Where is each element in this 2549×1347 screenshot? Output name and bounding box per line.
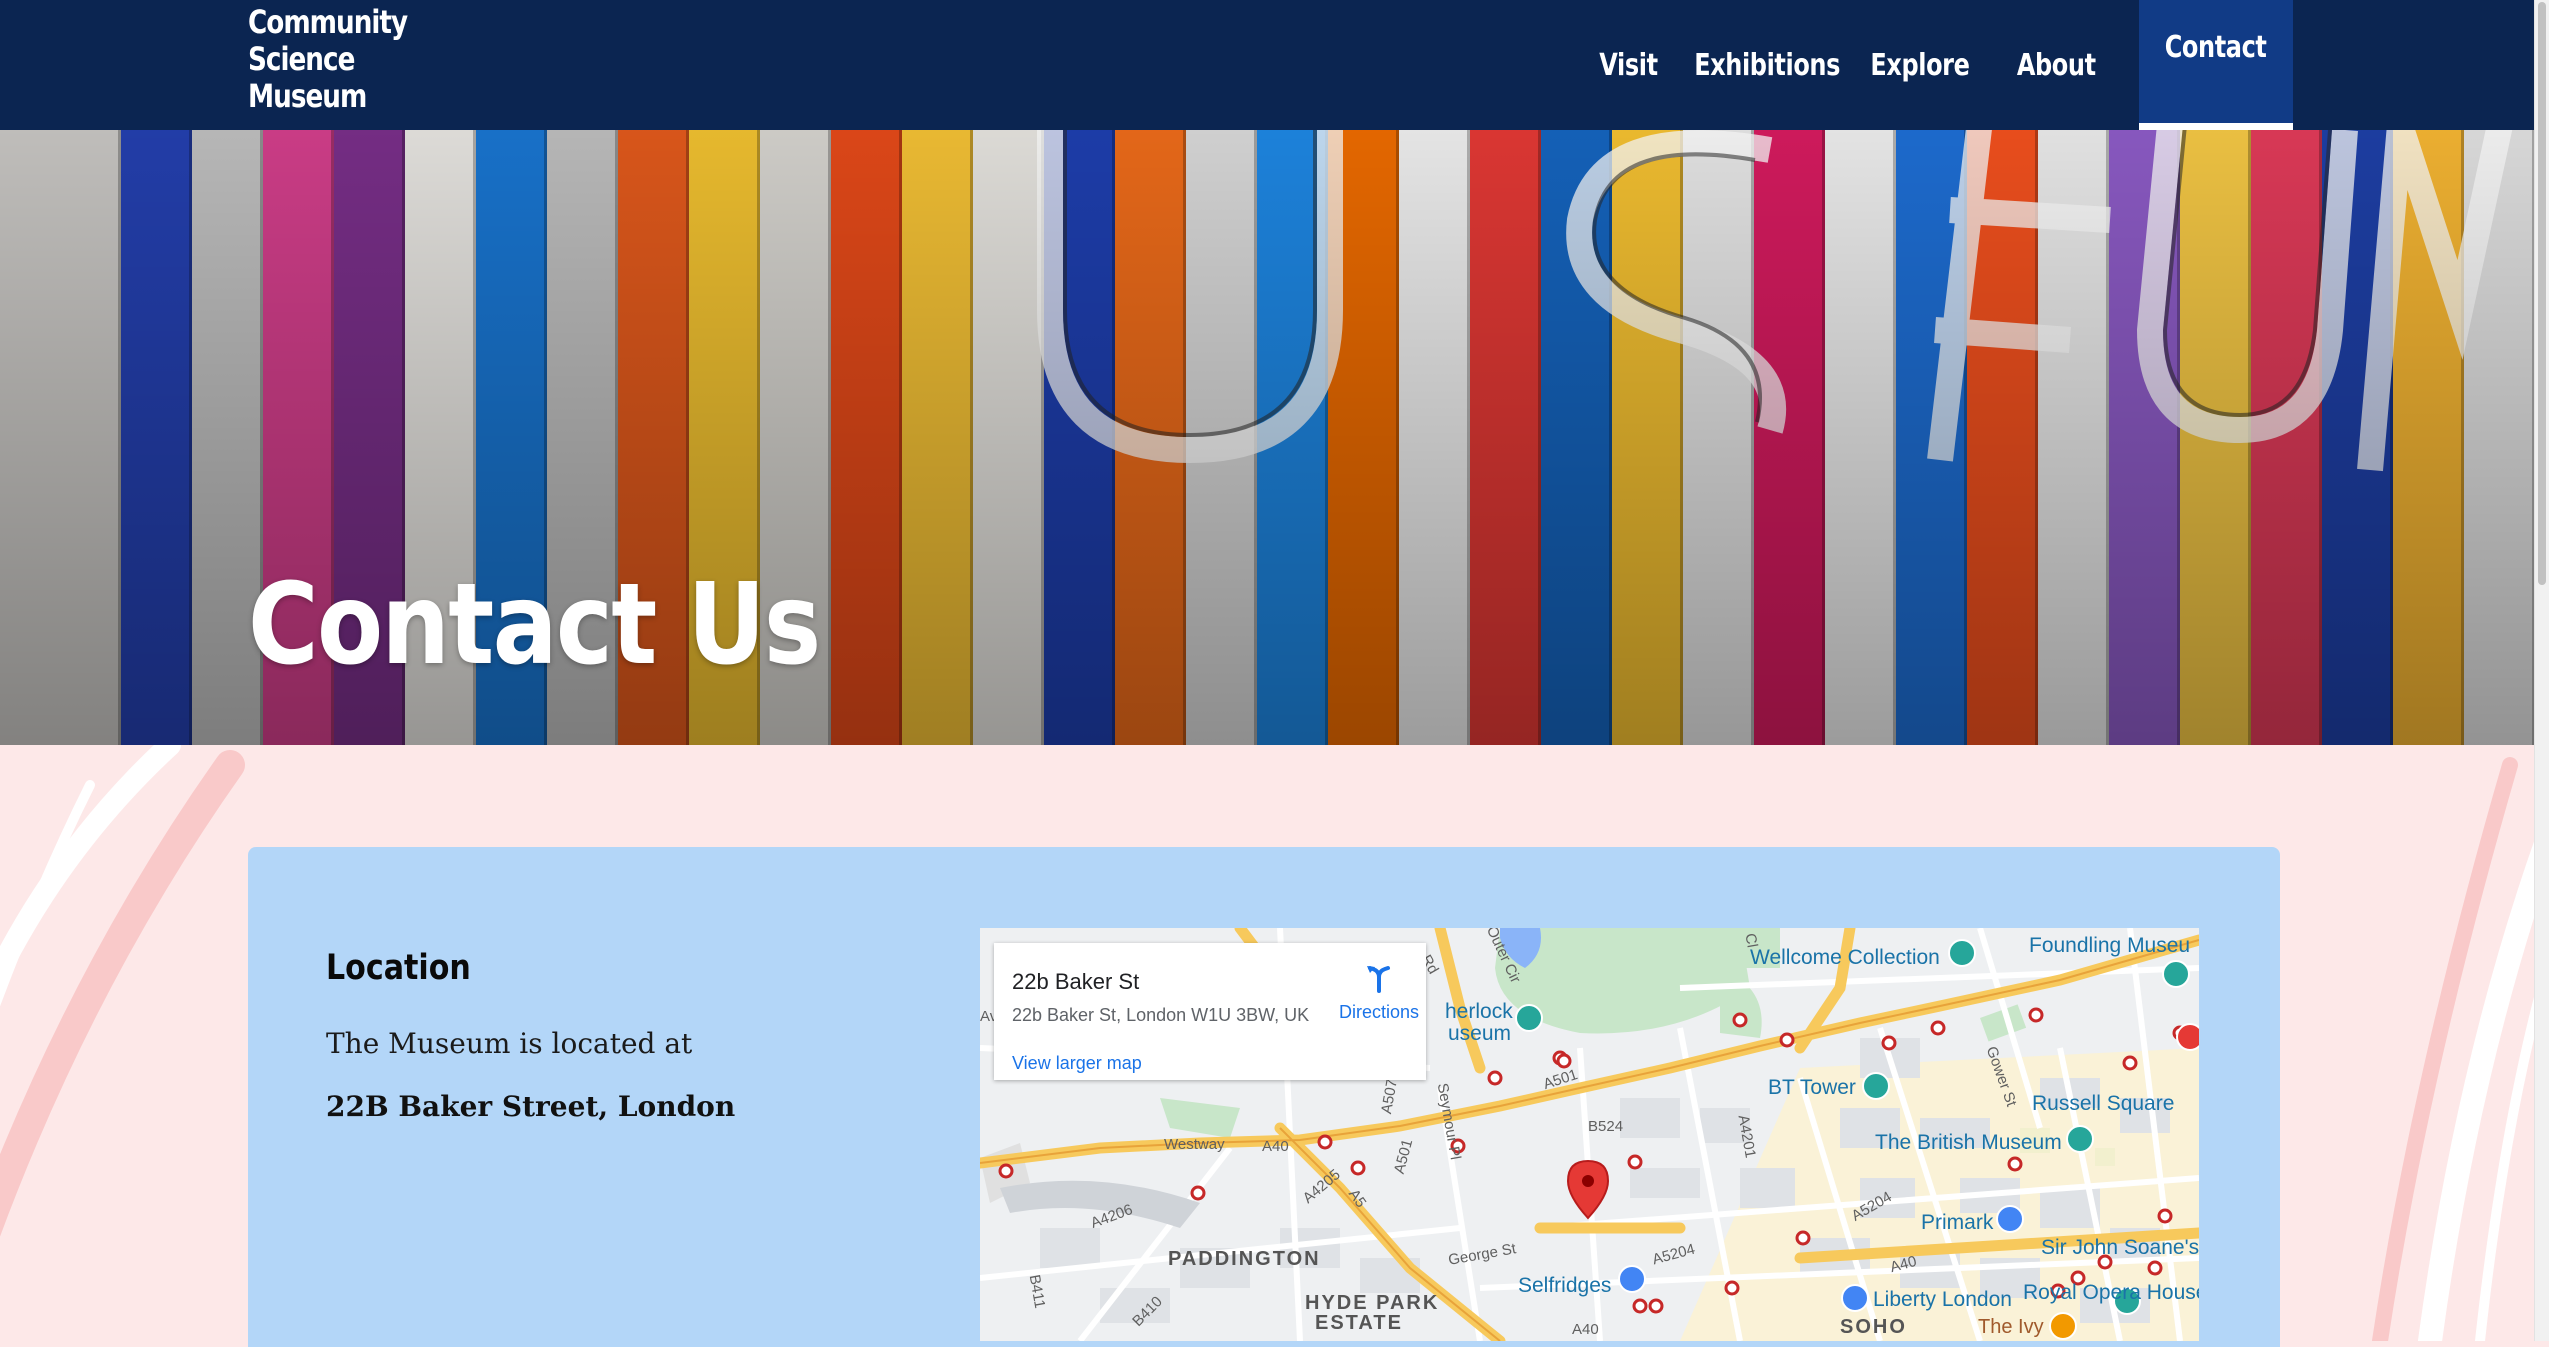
directions-label: Directions: [1338, 1002, 1420, 1022]
map-poi-label[interactable]: herlock: [1445, 1000, 1513, 1024]
site-logo[interactable]: Community Science Museum: [248, 3, 408, 115]
page-scrollbar[interactable]: [2534, 0, 2549, 1341]
map-poi-label[interactable]: BT Tower: [1768, 1076, 1856, 1100]
map-road-label: A40: [1572, 1321, 1599, 1338]
nav-item-about[interactable]: About: [1996, 0, 2116, 130]
map-poi-label[interactable]: Foundling Museu: [2029, 934, 2190, 958]
map-poi-label[interactable]: Liberty London: [1873, 1288, 2012, 1312]
map-district-label: SOHO: [1840, 1316, 1907, 1338]
location-address: 22B Baker Street, London: [326, 1090, 736, 1123]
embedded-map[interactable]: Wellcome Collection Foundling Museu herl…: [980, 928, 2199, 1341]
map-poi-label[interactable]: Sir John Soane's: [2041, 1236, 2199, 1260]
page-title: Contact Us: [248, 560, 821, 690]
directions-button[interactable]: Directions: [1334, 963, 1424, 1023]
map-road-label: Cl: [1741, 932, 1761, 949]
place-address: 22b Baker St, London W1U 3BW, UK: [1012, 1005, 1310, 1025]
nav-item-contact[interactable]: Contact: [2139, 0, 2293, 130]
map-poi-label[interactable]: Selfridges: [1518, 1274, 1611, 1298]
map-poi-label[interactable]: Wellcome Collection: [1750, 946, 1940, 970]
map-poi-label[interactable]: Russell Square: [2032, 1092, 2174, 1116]
map-road-label: A40: [1262, 1138, 1289, 1155]
directions-icon: [1367, 966, 1390, 993]
map-road-label: Westway: [1164, 1136, 1225, 1153]
logo-line-2: Science: [248, 40, 355, 78]
map-poi-label[interactable]: Royal Opera House: [2023, 1281, 2199, 1305]
location-heading: Location: [326, 948, 471, 988]
view-larger-map-link[interactable]: View larger map: [1012, 1053, 1142, 1074]
map-district-label: PADDINGTON: [1168, 1248, 1321, 1270]
logo-line-3: Museum: [248, 77, 367, 115]
location-text: The Museum is located at: [326, 1027, 693, 1060]
map-place-card: 22b Baker St 22b Baker St, London W1U 3B…: [994, 943, 1426, 1080]
map-poi-label[interactable]: useum: [1448, 1022, 1511, 1046]
map-road-label: B524: [1588, 1118, 1624, 1135]
scrollbar-thumb[interactable]: [2538, 2, 2546, 585]
place-name: 22b Baker St: [1012, 969, 1140, 994]
logo-line-1: Community: [248, 3, 408, 41]
nav-item-exhibitions[interactable]: Exhibitions: [1682, 0, 1852, 130]
map-district-label: ESTATE: [1315, 1312, 1403, 1334]
map-poi-label[interactable]: The British Museum: [1875, 1131, 2062, 1155]
hero-banner: Contact Us: [0, 130, 2535, 745]
map-poi-label[interactable]: Primark: [1921, 1211, 1993, 1235]
nav-item-explore[interactable]: Explore: [1850, 0, 1990, 130]
map-poi-label[interactable]: The Ivy: [1978, 1316, 2044, 1339]
nav-item-visit[interactable]: Visit: [1563, 0, 1693, 130]
site-header: Community Science Museum Visit Exhibitio…: [0, 0, 2535, 130]
